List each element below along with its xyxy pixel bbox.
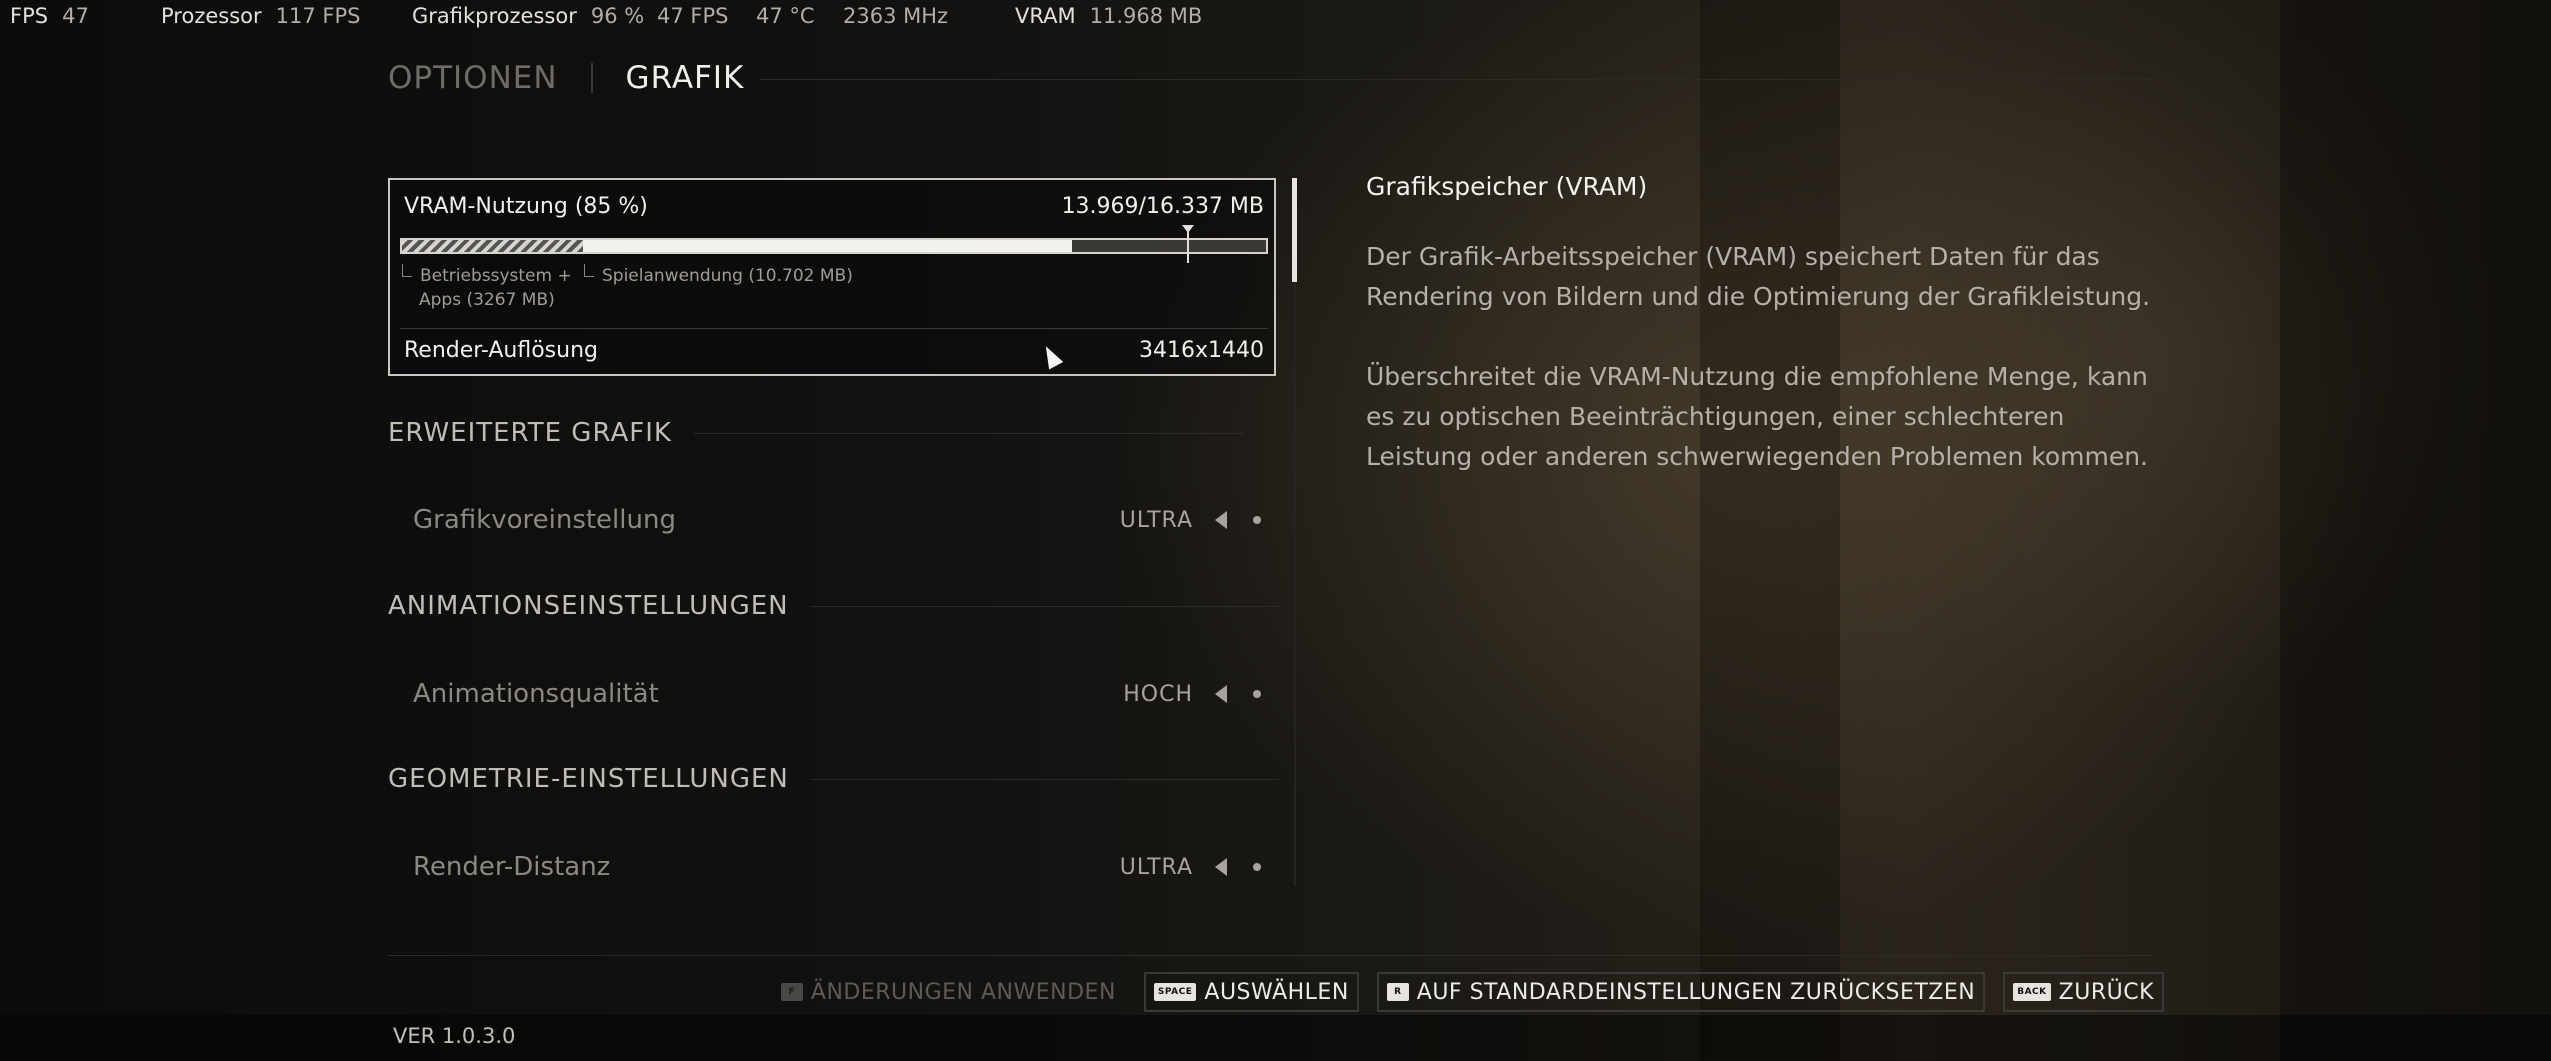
- background-shadow: [1700, 0, 1840, 1061]
- section-geometrie-einstellungen: GEOMETRIE-EINSTELLUNGEN: [388, 764, 1279, 794]
- section-divider: [810, 778, 1279, 780]
- setting-value: ULTRA: [1119, 507, 1193, 533]
- back-label: ZURÜCK: [2058, 979, 2154, 1005]
- setting-label: Animationsqualität: [413, 679, 659, 709]
- setting-value: HOCH: [1123, 681, 1193, 707]
- hud-vram-label: VRAM: [1015, 4, 1076, 28]
- section-title: GEOMETRIE-EINSTELLUNGEN: [388, 764, 789, 794]
- apply-changes-label: ÄNDERUNGEN ANWENDEN: [810, 979, 1116, 1005]
- footer-divider: [388, 955, 2153, 956]
- tab-grafik[interactable]: GRAFIK: [626, 60, 745, 96]
- hud-gpu-temp: 47 °C: [756, 4, 815, 28]
- section-erweiterte-grafik: ERWEITERTE GRAFIK: [388, 418, 1244, 448]
- arrow-left-icon[interactable]: [1215, 858, 1227, 876]
- render-resolution-label: Render-Auflösung: [404, 338, 598, 363]
- menu-tabs: OPTIONEN GRAFIK: [388, 60, 744, 96]
- settings-scrollbar-thumb[interactable]: [1292, 178, 1297, 282]
- action-bar: F ÄNDERUNGEN ANWENDEN SPACE AUSWÄHLEN R AUF…: [753, 972, 2164, 1012]
- section-title: ERWEITERTE GRAFIK: [388, 418, 672, 448]
- setting-label: Grafikvoreinstellung: [413, 505, 676, 535]
- select-label: AUSWÄHLEN: [1204, 979, 1349, 1005]
- select-button[interactable]: SPACE AUSWÄHLEN: [1143, 972, 1359, 1012]
- arrow-left-icon[interactable]: [1215, 685, 1227, 703]
- setting-label: Render-Distanz: [413, 852, 611, 882]
- legend-corner-icon: [402, 264, 412, 277]
- key-back-icon: BACK: [2013, 983, 2051, 1001]
- legend-game-text: Spielanwendung (10.702 MB): [602, 266, 853, 286]
- hud-gpu-clock: 2363 MHz: [843, 4, 949, 28]
- description-title: Grafikspeicher (VRAM): [1366, 172, 1648, 201]
- hud-gpu-label: Grafikprozessor: [412, 4, 577, 28]
- vram-divider: [400, 328, 1268, 329]
- background-shadow: [0, 1015, 2551, 1061]
- hud-gpu-usage: 96 %: [590, 4, 645, 28]
- tab-divider: [760, 79, 2155, 80]
- version-label: VER 1.0.3.0: [393, 1024, 516, 1048]
- reset-defaults-button[interactable]: R AUF STANDARDEINSTELLUNGEN ZURÜCKSETZEN: [1376, 972, 1986, 1012]
- settings-scrollbar[interactable]: [1294, 178, 1296, 886]
- vram-usage-title: VRAM-Nutzung (85 %): [404, 194, 648, 219]
- setting-row-animationsqualitaet[interactable]: Animationsqualität HOCH: [413, 674, 1261, 714]
- hud-vram-value: 11.968 MB: [1089, 4, 1203, 28]
- vram-usage-value: 13.969/16.337 MB: [1061, 194, 1264, 219]
- setting-row-grafikvoreinstellung[interactable]: Grafikvoreinstellung ULTRA: [413, 500, 1261, 540]
- dot-indicator-icon: [1253, 863, 1261, 871]
- setting-row-render-distanz[interactable]: Render-Distanz ULTRA: [413, 847, 1261, 887]
- legend-os-line2: Apps (3267 MB): [419, 290, 555, 310]
- section-title: ANIMATIONSEINSTELLUNGEN: [388, 591, 789, 621]
- setting-value: ULTRA: [1119, 854, 1193, 880]
- apply-changes-button[interactable]: F ÄNDERUNGEN ANWENDEN: [771, 972, 1126, 1012]
- arrow-left-icon[interactable]: [1215, 511, 1227, 529]
- background-shadow: [2280, 0, 2551, 1061]
- hud-fps-label: FPS: [10, 4, 49, 28]
- hud-cpu-value: 117 FPS: [275, 4, 361, 28]
- vram-usage-bar: [400, 238, 1268, 254]
- vram-game-segment: [583, 240, 1072, 252]
- section-animationseinstellungen: ANIMATIONSEINSTELLUNGEN: [388, 591, 1279, 621]
- back-button[interactable]: BACK ZURÜCK: [2003, 972, 2164, 1012]
- legend-os-line1: Betriebssystem +: [420, 266, 572, 286]
- hud-gpu-fps: 47 FPS: [657, 4, 729, 28]
- description-paragraph-2: Überschreitet die VRAM-Nutzung die empfo…: [1366, 362, 2149, 471]
- render-resolution-value: 3416x1440: [1139, 338, 1264, 363]
- reset-defaults-label: AUF STANDARDEINSTELLUNGEN ZURÜCKSETZEN: [1416, 979, 1976, 1005]
- legend-corner-icon: [584, 264, 594, 277]
- section-divider: [810, 605, 1279, 607]
- description-paragraph-1: Der Grafik-Arbeitsspeicher (VRAM) speich…: [1366, 242, 2151, 311]
- tab-separator: [590, 63, 593, 93]
- key-f-icon: F: [780, 983, 803, 1001]
- vram-legend-game: Spielanwendung (10.702 MB): [584, 264, 853, 288]
- vram-os-segment: [402, 240, 584, 252]
- vram-marker-arrow-icon: [1182, 225, 1195, 233]
- vram-legend-os: Betriebssystem + Apps (3267 MB): [402, 264, 572, 312]
- vram-usage-panel[interactable]: VRAM-Nutzung (85 %) 13.969/16.337 MB Bet…: [388, 178, 1276, 376]
- dot-indicator-icon: [1253, 690, 1261, 698]
- section-divider: [693, 432, 1244, 434]
- key-space-icon: SPACE: [1153, 983, 1197, 1001]
- key-r-icon: R: [1386, 983, 1409, 1001]
- dot-indicator-icon: [1253, 516, 1261, 524]
- hud-fps-value: 47: [62, 4, 89, 28]
- tab-optionen[interactable]: OPTIONEN: [388, 60, 558, 96]
- hud-cpu-label: Prozessor: [161, 4, 262, 28]
